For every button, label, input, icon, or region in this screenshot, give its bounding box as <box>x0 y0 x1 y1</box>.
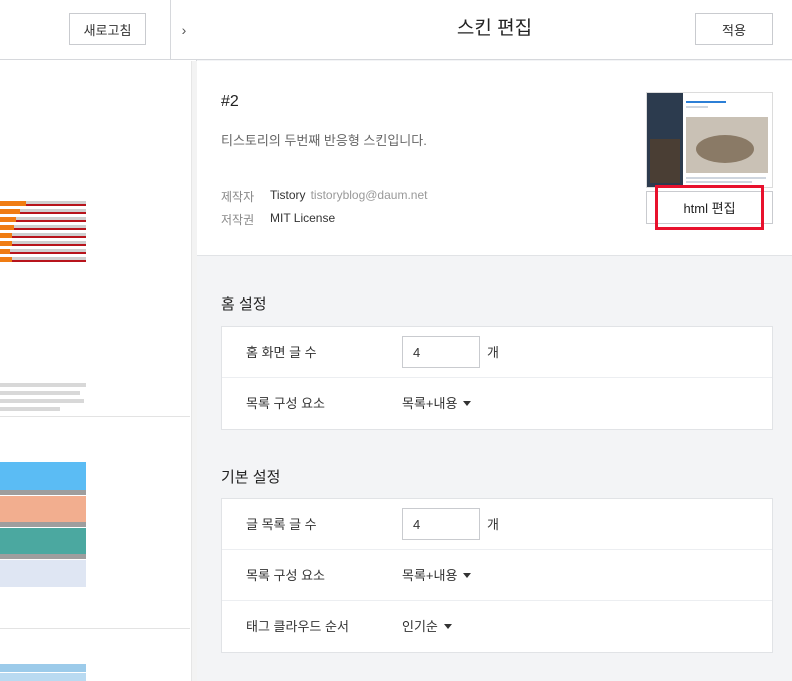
basic-settings-title: 기본 설정 <box>221 469 281 486</box>
home-post-count-label: 홈 화면 글 수 <box>246 345 317 360</box>
list-post-count-row: 글 목록 글 수 개 <box>222 499 772 550</box>
list-elements-dropdown[interactable]: 목록+내용 <box>402 550 472 601</box>
refresh-button[interactable]: 새로고침 <box>69 13 146 45</box>
preview-panel: 새로고침 › <box>0 0 197 681</box>
preview-article <box>0 171 86 416</box>
tag-cloud-order-value: 인기순 <box>402 619 438 634</box>
skin-description: 티스토리의 두번째 반응형 스킨입니다. <box>221 133 427 148</box>
caret-down-icon <box>443 624 452 629</box>
license-row: 저작권 MIT License <box>221 211 335 228</box>
list-elements-label: 목록 구성 요소 <box>246 568 325 583</box>
home-post-count-input[interactable] <box>402 336 480 368</box>
list-elements-value: 목록+내용 <box>402 568 458 583</box>
author-name: Tistory <box>270 188 306 202</box>
preview-toolbar: 새로고침 › <box>0 0 197 60</box>
author-email: tistoryblog@daum.net <box>310 188 428 202</box>
list-elements-row: 목록 구성 요소 목록+내용 <box>222 550 772 601</box>
home-settings-card: 홈 화면 글 수 개 목록 구성 요소 목록+내용 <box>221 326 773 430</box>
tag-cloud-order-label: 태그 클라우드 순서 <box>246 619 349 634</box>
skin-thumbnail <box>646 92 773 188</box>
skin-info: #2 티스토리의 두번째 반응형 스킨입니다. 제작자 Tistory tist… <box>197 61 792 256</box>
author-label: 제작자 <box>221 190 255 204</box>
list-post-count-label: 글 목록 글 수 <box>246 517 317 532</box>
chevron-right-icon: › <box>181 22 187 38</box>
caret-down-icon <box>463 401 472 406</box>
home-list-elements-row: 목록 구성 요소 목록+내용 <box>222 378 772 429</box>
home-settings-title: 홈 설정 <box>221 296 267 313</box>
blog-preview[interactable] <box>0 61 192 681</box>
html-edit-button[interactable]: html 편집 <box>646 191 773 224</box>
settings-header: 스킨 편집 적용 <box>197 0 792 60</box>
author-row: 제작자 Tistory tistoryblog@daum.net <box>221 188 427 205</box>
license-label: 저작권 <box>221 213 255 227</box>
basic-settings-card: 글 목록 글 수 개 목록 구성 요소 목록+내용 태그 클라우드 순서 인기순 <box>221 498 773 653</box>
list-post-count-unit: 개 <box>487 517 499 532</box>
home-list-elements-value: 목록+내용 <box>402 396 458 411</box>
skin-settings-panel: 스킨 편집 적용 #2 티스토리의 두번째 반응형 스킨입니다. 제작자 Tis… <box>197 0 792 681</box>
home-post-count-row: 홈 화면 글 수 개 <box>222 327 772 378</box>
tag-cloud-order-row: 태그 클라우드 순서 인기순 <box>222 601 772 652</box>
caret-down-icon <box>463 573 472 578</box>
preview-bar-chart-image <box>0 181 86 263</box>
tag-cloud-order-dropdown[interactable]: 인기순 <box>402 601 452 652</box>
home-list-elements-label: 목록 구성 요소 <box>246 396 325 411</box>
skin-name: #2 <box>221 93 239 110</box>
collapse-preview-button[interactable]: › <box>170 0 197 60</box>
home-post-count-unit: 개 <box>487 345 499 360</box>
list-post-count-input[interactable] <box>402 508 480 540</box>
home-list-elements-dropdown[interactable]: 목록+내용 <box>402 378 472 429</box>
apply-button[interactable]: 적용 <box>695 13 773 45</box>
license-value: MIT License <box>270 211 336 225</box>
